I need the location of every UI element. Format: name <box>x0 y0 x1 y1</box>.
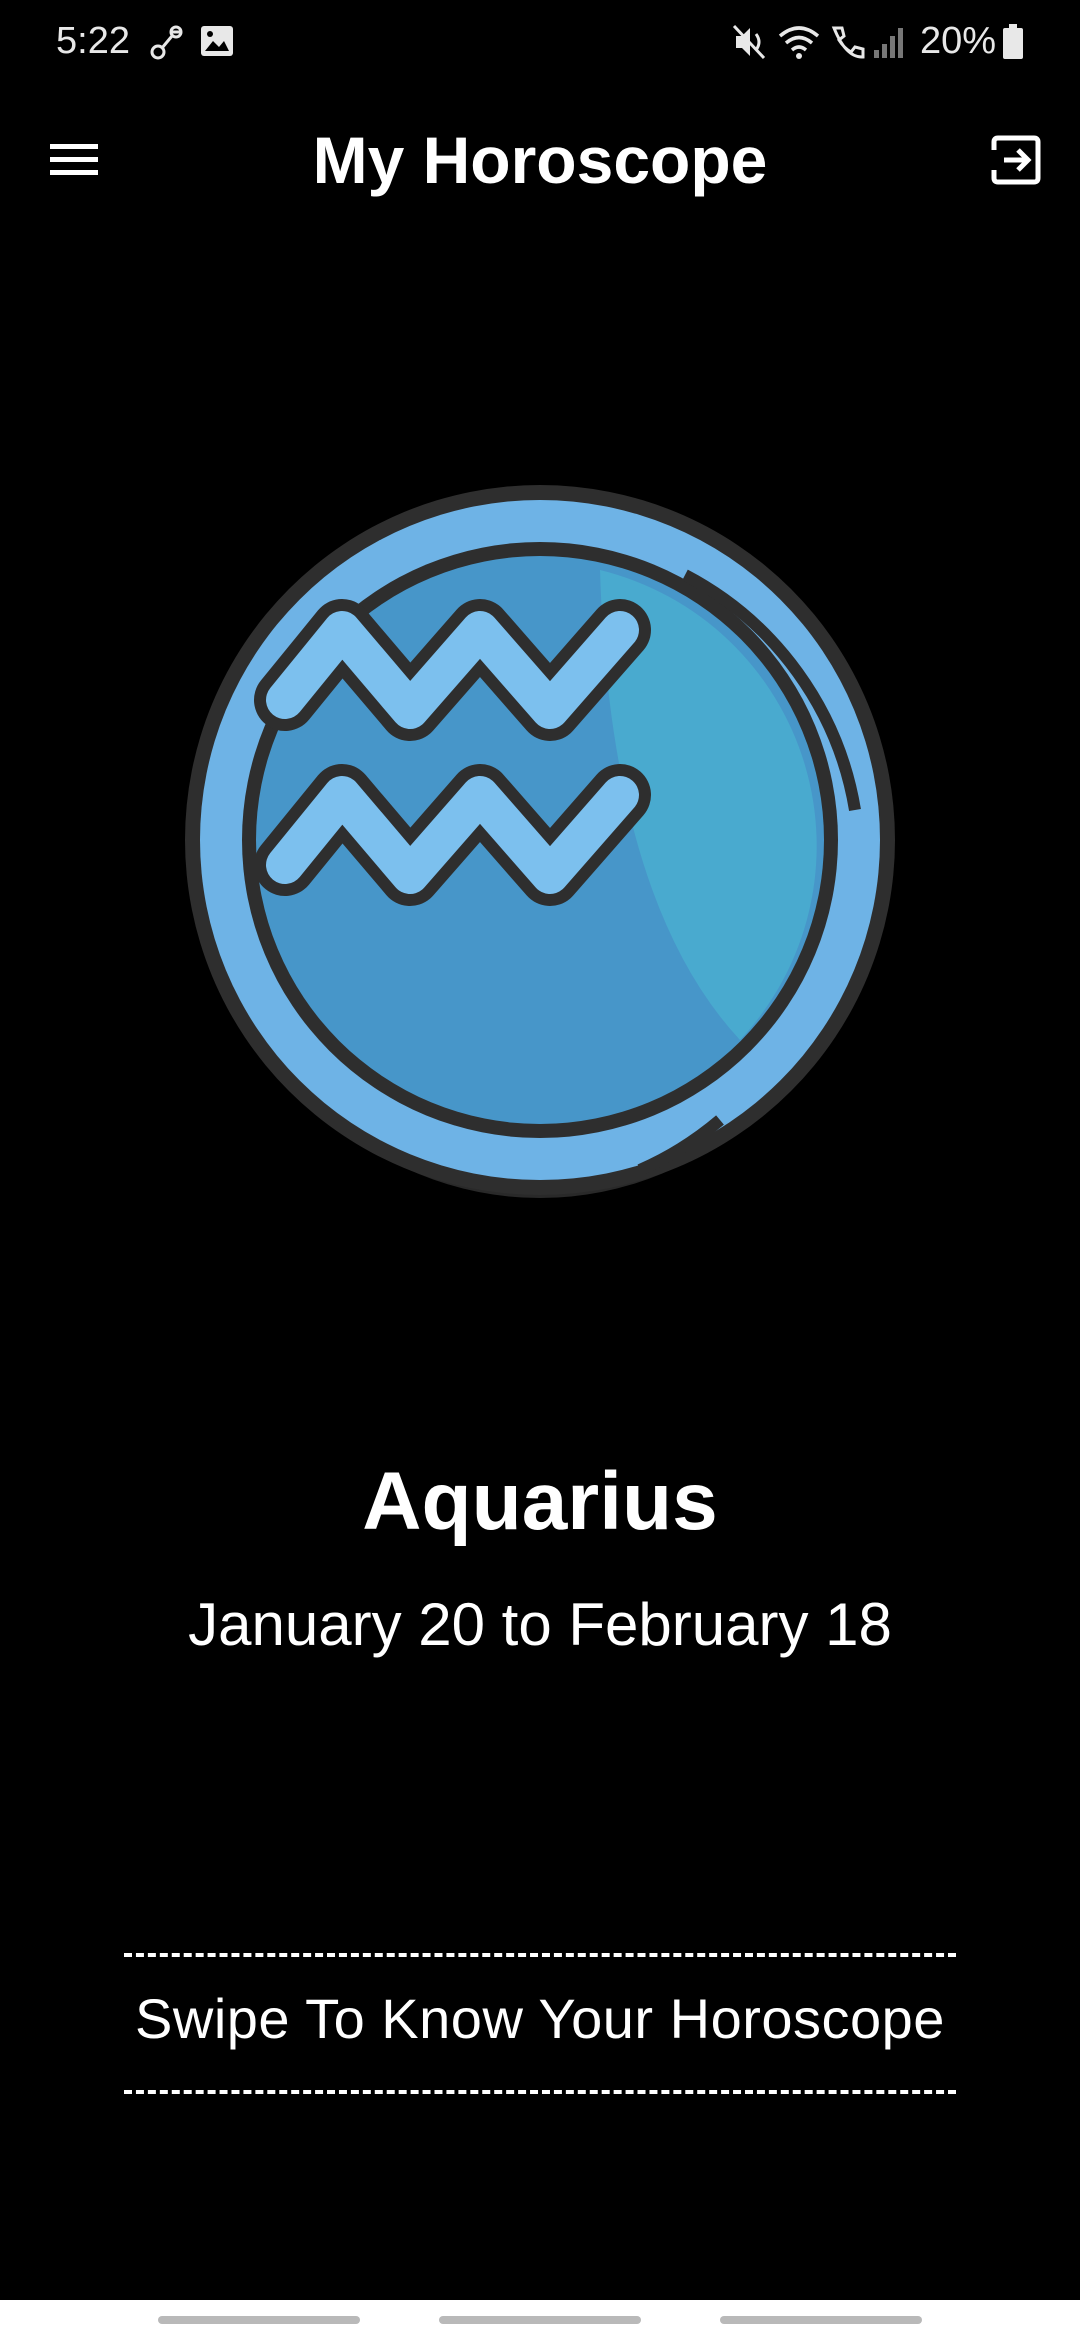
aquarius-symbol-icon <box>185 485 895 1198</box>
battery-icon <box>1002 24 1024 65</box>
logout-icon <box>991 135 1041 185</box>
mute-icon <box>730 22 770 67</box>
nav-home-handle[interactable] <box>439 2316 641 2324</box>
navigation-bar <box>0 2300 1080 2340</box>
page-title: My Horoscope <box>312 123 768 197</box>
divider <box>124 2090 956 2094</box>
app-bar: My Horoscope <box>0 100 1080 220</box>
image-icon <box>198 22 236 65</box>
divider <box>124 1953 956 1957</box>
battery-percent: 20% <box>920 20 997 62</box>
sign-dates: January 20 to February 18 <box>188 1591 892 1658</box>
menu-button[interactable] <box>34 120 114 200</box>
wifi-call-icon <box>826 22 872 67</box>
sign-name: Aquarius <box>362 1456 718 1547</box>
hamburger-menu-icon <box>50 144 98 175</box>
logout-button[interactable] <box>976 120 1056 200</box>
wifi-icon <box>776 22 822 67</box>
status-time: 5:22 <box>56 20 130 62</box>
sign-emblem <box>180 480 900 1260</box>
nav-recents-handle[interactable] <box>158 2316 360 2324</box>
status-bar: 5:22 20% <box>0 0 1080 86</box>
nav-back-handle[interactable] <box>720 2316 922 2324</box>
link-icon <box>148 22 188 67</box>
swipe-hint[interactable]: Swipe To Know Your Horoscope <box>0 1986 1080 2051</box>
signal-icon <box>872 22 906 67</box>
